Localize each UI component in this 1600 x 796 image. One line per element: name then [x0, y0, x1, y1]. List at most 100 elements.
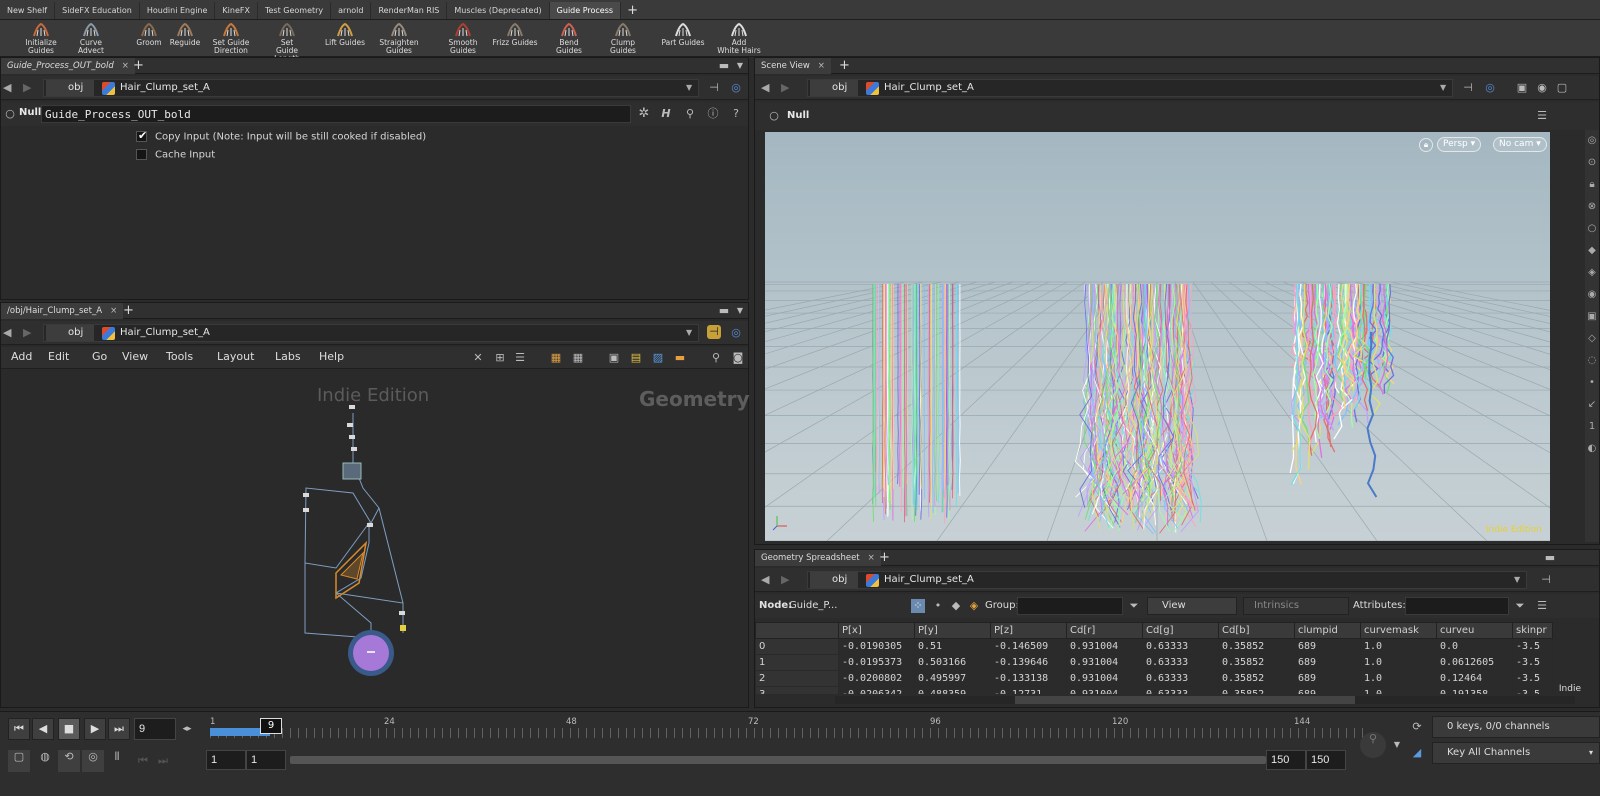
realtime-toggle-icon[interactable]: ▢: [8, 750, 30, 772]
points-mode-icon[interactable]: ⁘: [911, 599, 925, 613]
back-arrow-icon[interactable]: ◀: [761, 573, 769, 586]
shelf-tool-button[interactable]: Add White Hairs: [716, 22, 762, 55]
chevron-down-icon[interactable]: ▼: [1514, 572, 1520, 588]
shelf-tool-button[interactable]: Set Guide Direction: [208, 22, 254, 55]
shelf-tool-button[interactable]: Curve Advect: [68, 22, 114, 55]
help-h-icon[interactable]: H: [659, 107, 673, 121]
copy-input-row[interactable]: ✔ Copy Input (Note: Input will be still c…: [136, 129, 426, 143]
table-row[interactable]: 2 -0.0200802 0.495997 -0.133138 0.931004 0.63…: [755, 670, 1553, 687]
range-slider[interactable]: [290, 756, 1266, 764]
column-header[interactable]: skinpr: [1512, 622, 1553, 639]
refresh-icon[interactable]: ⟳: [1410, 720, 1424, 734]
zoom-icon[interactable]: ⚲: [709, 351, 723, 365]
pane-maximize-icon[interactable]: ▬: [1543, 551, 1557, 565]
keyframe-ticks-icon[interactable]: ⦀: [106, 750, 128, 772]
node-gear-icon[interactable]: ○: [767, 109, 781, 123]
tab-param[interactable]: Guide_Process_OUT_bold ×: [1, 58, 135, 74]
step-arrows-icon[interactable]: ◂▸: [180, 722, 194, 736]
tab-network[interactable]: /obj/Hair_Clump_set_A ×: [1, 303, 124, 319]
add-tab-button[interactable]: +: [879, 550, 890, 565]
image-icon[interactable]: ▨: [651, 351, 665, 365]
attributes-input[interactable]: [1405, 597, 1509, 615]
key-options-icon[interactable]: ⚲: [1360, 732, 1386, 758]
jump-start-button[interactable]: ⏮: [8, 718, 30, 740]
close-icon[interactable]: ×: [110, 306, 117, 316]
copy-input-checkbox[interactable]: ✔: [136, 129, 147, 142]
shelf-tool-button[interactable]: Initialize Guides: [18, 22, 64, 55]
column-header[interactable]: curvemask: [1360, 622, 1437, 639]
prev-key-icon[interactable]: ⏮: [136, 754, 150, 768]
key-all-channels-dropdown[interactable]: Key All Channels ▾: [1432, 742, 1600, 764]
next-key-icon[interactable]: ⏭: [156, 754, 170, 768]
path-field[interactable]: obj Hair_Clump_set_A ▼: [807, 571, 1527, 589]
scrollbar-thumb[interactable]: [1015, 696, 1355, 704]
menu-labs[interactable]: Labs: [275, 347, 301, 367]
column-header[interactable]: P[x]: [838, 622, 915, 639]
lock-camera-icon[interactable]: 🔒︎: [1419, 138, 1433, 152]
box-icon[interactable]: ▬: [673, 351, 687, 365]
shelf-tab[interactable]: arnold: [331, 2, 372, 19]
current-frame-marker[interactable]: 9: [260, 718, 282, 734]
menu-go[interactable]: Go: [92, 347, 107, 367]
path-obj[interactable]: obj: [46, 325, 94, 341]
shelf-tab[interactable]: SideFX Education: [55, 2, 140, 19]
sticky-note-icon[interactable]: ▣: [607, 351, 621, 365]
camera-icon[interactable]: ◙: [731, 351, 745, 365]
pane-maximize-icon[interactable]: ▬: [717, 59, 731, 73]
audio-icon[interactable]: ◍: [34, 750, 56, 772]
grid-icon[interactable]: ▦: [571, 351, 585, 365]
link-icon[interactable]: ◎: [729, 326, 743, 340]
pin-icon[interactable]: ⊣: [1461, 81, 1475, 95]
vertices-mode-icon[interactable]: •: [931, 599, 945, 613]
cache-input-checkbox[interactable]: [136, 149, 147, 160]
shelf-tab[interactable]: Muscles (Deprecated): [447, 2, 550, 19]
back-arrow-icon[interactable]: ◀: [3, 326, 11, 339]
pane-menu-icon[interactable]: ▼: [733, 59, 747, 73]
stop-button[interactable]: ■: [58, 718, 80, 740]
note-icon[interactable]: ▤: [629, 351, 643, 365]
shelf-tab[interactable]: New Shelf: [0, 2, 56, 19]
close-icon[interactable]: ×: [122, 61, 129, 71]
primitives-mode-icon[interactable]: ◆: [949, 599, 963, 613]
shelf-tab[interactable]: Test Geometry: [258, 2, 332, 19]
tools-icon[interactable]: ✕: [471, 351, 485, 365]
path-field[interactable]: obj Hair_Clump_set_A ▼: [807, 79, 1453, 97]
link-icon[interactable]: ◎: [1483, 81, 1497, 95]
intrinsics-dropdown[interactable]: Intrinsics: [1243, 597, 1349, 615]
shelf-tool-button[interactable]: Bend Guides: [546, 22, 592, 55]
add-tab-button[interactable]: +: [839, 58, 850, 73]
range-start-input[interactable]: [206, 750, 246, 770]
column-header[interactable]: P[z]: [990, 622, 1067, 639]
forward-arrow-icon[interactable]: ▶: [781, 573, 789, 586]
view-dropdown[interactable]: View: [1147, 597, 1237, 615]
render-icon[interactable]: ▢: [1555, 81, 1569, 95]
filter-icon[interactable]: ⏷: [1513, 599, 1527, 613]
table-row[interactable]: 0 -0.0190305 0.51 -0.146509 0.931004 0.63333 0…: [755, 638, 1553, 655]
shelf-tool-button[interactable]: Smooth Guides: [440, 22, 486, 55]
close-icon[interactable]: ×: [868, 553, 875, 563]
cache-input-row[interactable]: Cache Input: [136, 149, 215, 161]
horizontal-scrollbar[interactable]: [835, 696, 1575, 704]
column-header[interactable]: clumpid: [1294, 622, 1361, 639]
column-header[interactable]: Cd[b]: [1218, 622, 1295, 639]
column-header[interactable]: P[y]: [914, 622, 991, 639]
back-arrow-icon[interactable]: ◀: [3, 81, 11, 94]
pin-icon[interactable]: ⊣: [707, 81, 721, 95]
spreadsheet-table[interactable]: P[x] P[y] P[z] Cd[r] Cd[g] Cd[b] clumpid curvem…: [755, 622, 1553, 694]
columns-icon[interactable]: ☰: [1535, 599, 1549, 613]
current-frame-input[interactable]: [134, 718, 176, 740]
shelf-tool-button[interactable]: Straighten Guides: [376, 22, 422, 55]
menu-add[interactable]: Add: [11, 347, 32, 367]
column-header[interactable]: curveu: [1436, 622, 1513, 639]
menu-help[interactable]: Help: [319, 347, 344, 367]
menu-edit[interactable]: Edit: [48, 347, 69, 367]
pin-icon[interactable]: ⊣: [707, 325, 721, 339]
side-tool-icons[interactable]: ◎ ⊙ 🔒︎ ⊗ ○ ◆ ◈ ◉ ▣ ◇ ◌ • ↙ 1 ◐: [1585, 130, 1599, 460]
column-header[interactable]: Cd[r]: [1066, 622, 1143, 639]
shelf-tab[interactable]: Houdini Engine: [140, 2, 216, 19]
camera-menu-button[interactable]: No cam ▾: [1493, 137, 1547, 152]
shelf-tab[interactable]: KineFX: [215, 2, 258, 19]
path-obj[interactable]: obj: [810, 80, 858, 96]
search-icon[interactable]: ⚲: [683, 107, 697, 121]
path-obj[interactable]: obj: [46, 80, 94, 96]
